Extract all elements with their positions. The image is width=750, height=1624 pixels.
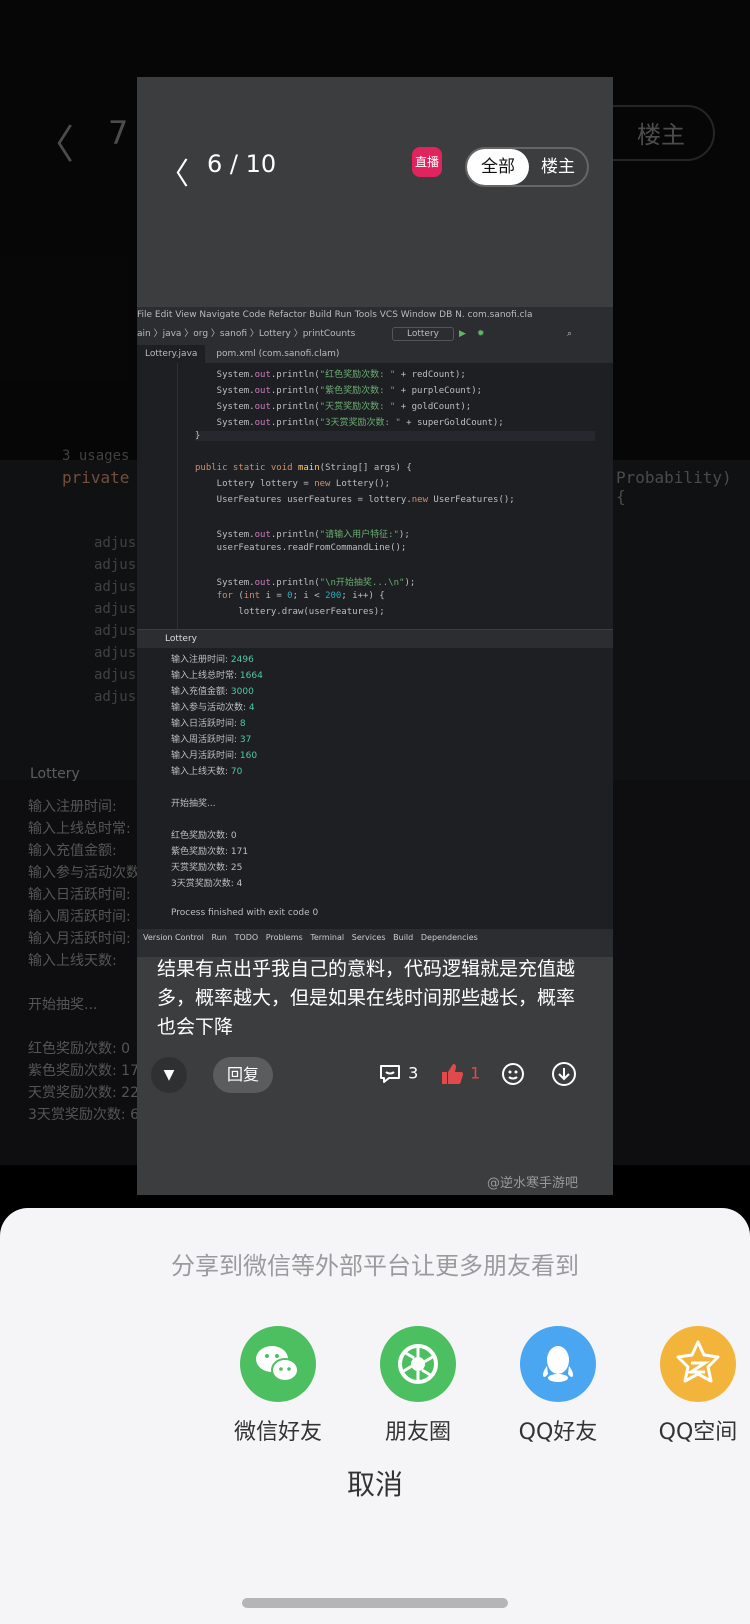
share-qzone[interactable]: QQ空间 xyxy=(628,1326,750,1446)
emoji-icon xyxy=(502,1063,524,1085)
collapse-icon[interactable]: ▼ xyxy=(151,1057,187,1093)
ide-tabs: Lottery.java pom.xml (com.sanofi.clam) xyxy=(137,345,613,363)
ide-editor: System.out.println("红色奖励次数: " + redCount… xyxy=(137,363,613,629)
status-item: Dependencies xyxy=(420,933,478,942)
qzone-icon xyxy=(660,1326,736,1402)
ide-screenshot: File Edit View Navigate Code Refactor Bu… xyxy=(137,307,613,957)
like-button[interactable]: 1 xyxy=(439,1061,480,1087)
code-line: Lottery lottery = new Lottery(); xyxy=(195,479,391,489)
result-line: 红色奖励次数: 0 xyxy=(171,831,237,841)
output-line: 输入周活跃时间: 37 xyxy=(171,735,252,745)
code-line: } xyxy=(195,431,595,441)
output-line: 输入上线总时常: 1664 xyxy=(171,671,263,681)
output-line: 输入月活跃时间: 160 xyxy=(171,751,258,761)
live-icon[interactable]: 直播 xyxy=(412,147,442,177)
share-sheet-title: 分享到微信等外部平台让更多朋友看到 xyxy=(171,1252,579,1280)
comment-count: 3 xyxy=(408,1063,419,1083)
share-sheet: 分享到微信等外部平台让更多朋友看到 微信好友 朋友圈 QQ好友 QQ空间 取消 xyxy=(0,1208,750,1624)
post-caption: 结果有点出乎我自己的意料，代码逻辑就是充值越多，概率越大，但是如果在线时间那些越… xyxy=(157,958,576,1038)
share-label: 微信好友 xyxy=(233,1420,322,1445)
cancel-button[interactable]: 取消 xyxy=(0,1463,750,1503)
code-line: System.out.println("红色奖励次数: " + redCount… xyxy=(195,370,466,380)
status-item: TODO xyxy=(234,933,259,942)
code-line: UserFeatures userFeatures = lottery.new … xyxy=(195,495,515,505)
home-indicator xyxy=(242,1598,508,1608)
ide-search-icon: ⌕ xyxy=(567,329,573,339)
share-qq-friend[interactable]: QQ好友 xyxy=(488,1326,628,1446)
watermark: @逆水寒手游吧 xyxy=(487,1176,579,1191)
output-line: 输入充值金额: 3000 xyxy=(171,687,254,697)
ide-run-config: Lottery xyxy=(392,327,454,341)
process-finished: Process finished with exit code 0 xyxy=(171,908,319,918)
download-icon xyxy=(552,1062,576,1086)
comment-icon xyxy=(380,1065,400,1083)
thumbs-up-icon xyxy=(442,1064,464,1084)
wechat-icon xyxy=(240,1326,316,1402)
code-line: System.out.println("请输入用户特征:"); xyxy=(195,530,410,540)
ide-menu-bar: File Edit View Navigate Code Refactor Bu… xyxy=(137,307,613,323)
code-line: System.out.println("3天赏奖励次数: " + superGo… xyxy=(195,418,504,428)
download-button[interactable] xyxy=(551,1061,577,1087)
code-line: System.out.println("\n开始抽奖...\n"); xyxy=(195,578,416,588)
result-line: 天赏奖励次数: 25 xyxy=(171,863,243,873)
ide-tab-pom: pom.xml (com.sanofi.clam) xyxy=(216,349,340,359)
status-item: Services xyxy=(351,933,386,942)
share-moments[interactable]: 朋友圈 xyxy=(348,1326,488,1446)
code-line: System.out.println("紫色奖励次数: " + purpleCo… xyxy=(195,386,483,396)
tab-op[interactable]: 楼主 xyxy=(529,149,587,185)
reply-button[interactable]: 回复 xyxy=(213,1057,273,1093)
filter-toggle: 全部 楼主 xyxy=(465,147,589,187)
result-line: 3天赏奖励次数: 4 xyxy=(171,879,243,889)
output-line: 输入注册时间: 2496 xyxy=(171,655,254,665)
status-item: Terminal xyxy=(310,933,345,942)
share-label: 朋友圈 xyxy=(384,1420,451,1445)
status-item: Build xyxy=(393,933,414,942)
ide-tab-lottery: Lottery.java xyxy=(137,345,206,363)
status-item: Version Control xyxy=(143,933,204,942)
status-item: Run xyxy=(211,933,227,942)
output-line: 输入上线天数: 70 xyxy=(171,767,243,777)
code-line: userFeatures.readFromCommandLine(); xyxy=(195,543,407,553)
ide-run-tab: Lottery xyxy=(165,634,197,644)
ide-breadcrumb: ain 〉java 〉org 〉sanofi 〉Lottery 〉printCo… xyxy=(137,323,613,346)
ide-run-panel: Lottery 输入注册时间: 2496 输入上线总时常: 1664 输入充值金… xyxy=(137,629,613,930)
comment-button[interactable]: 3 xyxy=(377,1061,418,1087)
ide-debug-icon: ✹ xyxy=(477,329,485,339)
ide-run-icon: ▶ xyxy=(459,329,466,339)
moments-icon xyxy=(380,1326,456,1402)
result-line: 紫色奖励次数: 171 xyxy=(171,847,249,857)
output-start: 开始抽奖... xyxy=(171,799,216,809)
output-line: 输入参与活动次数: 4 xyxy=(171,703,255,713)
code-line: lottery.draw(userFeatures); xyxy=(195,607,385,617)
qq-icon xyxy=(520,1326,596,1402)
share-label: QQ好友 xyxy=(518,1420,598,1445)
ide-gutter xyxy=(137,363,178,629)
code-line: public static void main(String[] args) { xyxy=(195,463,412,473)
like-count: 1 xyxy=(470,1063,481,1083)
ide-run-header: Lottery xyxy=(137,630,613,648)
back-icon[interactable]: 〈 xyxy=(159,149,189,193)
ide-status-bar: Version Control Run TODO Problems Termin… xyxy=(137,929,613,947)
code-line: for (int i = 0; i < 200; i++) { xyxy=(216,591,385,601)
code-line: System.out.println("天赏奖励次数: " + goldCoun… xyxy=(195,402,472,412)
status-item: Problems xyxy=(265,933,303,942)
emoji-button[interactable] xyxy=(501,1061,527,1087)
share-wechat-friend[interactable]: 微信好友 xyxy=(208,1326,348,1446)
ide-path-text: ain 〉java 〉org 〉sanofi 〉Lottery 〉printCo… xyxy=(137,329,356,339)
image-counter: 6 / 10 xyxy=(207,150,277,178)
tab-all[interactable]: 全部 xyxy=(467,149,529,185)
image-viewer: 〈 6 / 10 直播 全部 楼主 File Edit View Navigat… xyxy=(137,77,613,1195)
output-line: 输入日活跃时间: 8 xyxy=(171,719,246,729)
share-label: QQ空间 xyxy=(658,1420,738,1445)
